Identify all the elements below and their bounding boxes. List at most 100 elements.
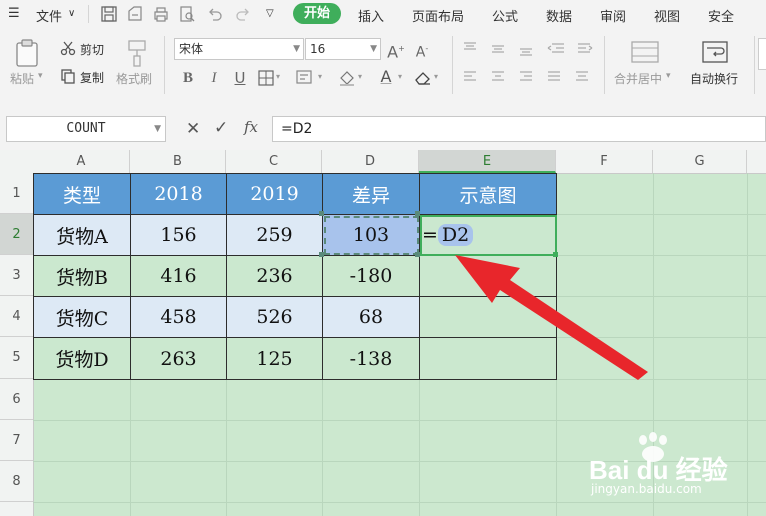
cell-e3[interactable] [419,255,557,297]
row-header-5[interactable]: 5 [0,337,33,379]
cell-e4[interactable] [419,296,557,338]
cell-style-icon[interactable] [296,70,314,86]
print-preview-icon[interactable] [178,5,196,23]
header-cell-2019[interactable]: 2019 [226,173,323,215]
save-icon[interactable] [100,5,118,23]
row-header-7[interactable]: 7 [0,420,33,461]
row-header-3[interactable]: 3 [0,255,33,296]
cell-d4[interactable]: 68 [322,296,420,338]
header-cell-type[interactable]: 类型 [33,173,131,215]
export-icon[interactable] [126,5,144,23]
cell-a2[interactable]: 货物A [33,214,131,256]
selection-handle[interactable] [319,252,324,257]
redo-icon[interactable] [234,5,252,23]
print-icon[interactable] [152,5,170,23]
cell-c2[interactable]: 259 [226,214,323,256]
underline-icon[interactable]: U [230,68,250,88]
customize-quick-access-icon[interactable]: ▽ [266,8,274,19]
tab-insert[interactable]: 插入 [358,6,384,25]
column-header-e[interactable]: E [419,150,556,173]
chevron-down-icon[interactable]: ▾ [666,71,671,81]
borders-icon[interactable] [258,70,274,86]
insert-function-button[interactable]: fx [244,118,258,136]
font-color-icon[interactable]: A [376,67,396,87]
format-painter-label[interactable]: 格式刷 [116,70,152,87]
header-cell-2018[interactable]: 2018 [130,173,227,215]
cell-a5[interactable]: 货物D [33,337,131,380]
italic-icon[interactable]: I [204,68,224,88]
cell-c3[interactable]: 236 [226,255,323,297]
cell-b3[interactable]: 416 [130,255,227,297]
wrap-text-button[interactable]: 自动换行 [690,70,738,87]
tab-security[interactable]: 安全 [708,6,734,25]
copy-button[interactable]: 复制 [80,69,104,86]
cell-c5[interactable]: 125 [226,337,323,380]
tab-start[interactable]: 开始 [293,3,341,24]
merge-center-icon[interactable] [630,40,660,64]
cell-c4[interactable]: 526 [226,296,323,338]
scissors-icon[interactable] [60,40,76,56]
name-box[interactable]: COUNT ▼ [6,116,166,142]
file-menu[interactable]: 文件 [36,6,62,25]
selection-handle[interactable] [319,211,324,216]
cut-button[interactable]: 剪切 [80,41,104,58]
cell-a3[interactable]: 货物B [33,255,131,297]
cell-b5[interactable]: 263 [130,337,227,380]
column-header-g[interactable]: G [653,150,747,173]
increase-font-icon[interactable]: A+ [386,39,406,61]
cancel-icon[interactable]: ✕ [186,119,200,139]
wrap-text-icon[interactable] [700,40,730,64]
cell-b4[interactable]: 458 [130,296,227,338]
row-header-2[interactable]: 2 [0,214,33,255]
copy-icon[interactable] [60,68,76,84]
format-painter-icon[interactable] [124,38,150,68]
ribbon-overflow[interactable] [758,38,766,70]
font-size-select[interactable]: 16 ▼ [305,38,381,60]
selection-handle[interactable] [415,211,420,216]
cell-b2[interactable]: 156 [130,214,227,256]
fill-handle[interactable] [553,252,558,257]
cell-a4[interactable]: 货物C [33,296,131,338]
column-header-f[interactable]: F [556,150,653,173]
paste-label[interactable]: 粘贴 [10,70,34,87]
chevron-down-icon[interactable]: ▾ [434,72,438,81]
header-cell-chart[interactable]: 示意图 [419,173,557,215]
row-header-6[interactable]: 6 [0,379,33,420]
chevron-down-icon[interactable]: ▾ [276,72,280,81]
paste-icon[interactable] [14,38,42,68]
row-header-8[interactable]: 8 [0,461,33,502]
tab-data[interactable]: 数据 [546,6,572,25]
font-name-select[interactable]: 宋体 ▼ [174,38,304,60]
bold-icon[interactable]: B [178,68,198,88]
row-header-4[interactable]: 4 [0,296,33,337]
tab-formulas[interactable]: 公式 [492,6,518,25]
confirm-icon[interactable]: ✓ [214,118,228,138]
cell-d5[interactable]: -138 [322,337,420,380]
alignment-icons[interactable] [462,40,594,90]
cell-e5[interactable] [419,337,557,380]
chevron-down-icon[interactable]: ∨ [68,8,75,19]
menu-icon[interactable]: ☰ [8,6,20,21]
column-header-c[interactable]: C [226,150,322,173]
decrease-font-icon[interactable]: A- [412,39,432,61]
fill-color-icon[interactable] [338,69,356,87]
cell-d2-referenced[interactable]: 103 [322,214,420,256]
column-header-b[interactable]: B [130,150,226,173]
chevron-down-icon[interactable]: ▾ [358,72,362,81]
row-header-1[interactable]: 1 [0,173,33,214]
paste-dropdown-icon[interactable]: ▾ [38,71,43,81]
tab-view[interactable]: 视图 [654,6,680,25]
formula-input[interactable]: =D2 [272,116,766,142]
tab-page-layout[interactable]: 页面布局 [412,6,464,25]
undo-icon[interactable] [206,5,224,23]
selection-handle[interactable] [415,252,420,257]
chevron-down-icon[interactable]: ▾ [398,72,402,81]
cell-d3[interactable]: -180 [322,255,420,297]
tab-review[interactable]: 审阅 [600,6,626,25]
cell-e2-editing[interactable]: = D2 [419,214,557,256]
column-header-a[interactable]: A [33,150,130,173]
merge-center-button[interactable]: 合并居中 [614,70,662,87]
eraser-icon[interactable] [414,69,432,87]
column-header-d[interactable]: D [322,150,419,173]
chevron-down-icon[interactable]: ▾ [318,72,322,81]
